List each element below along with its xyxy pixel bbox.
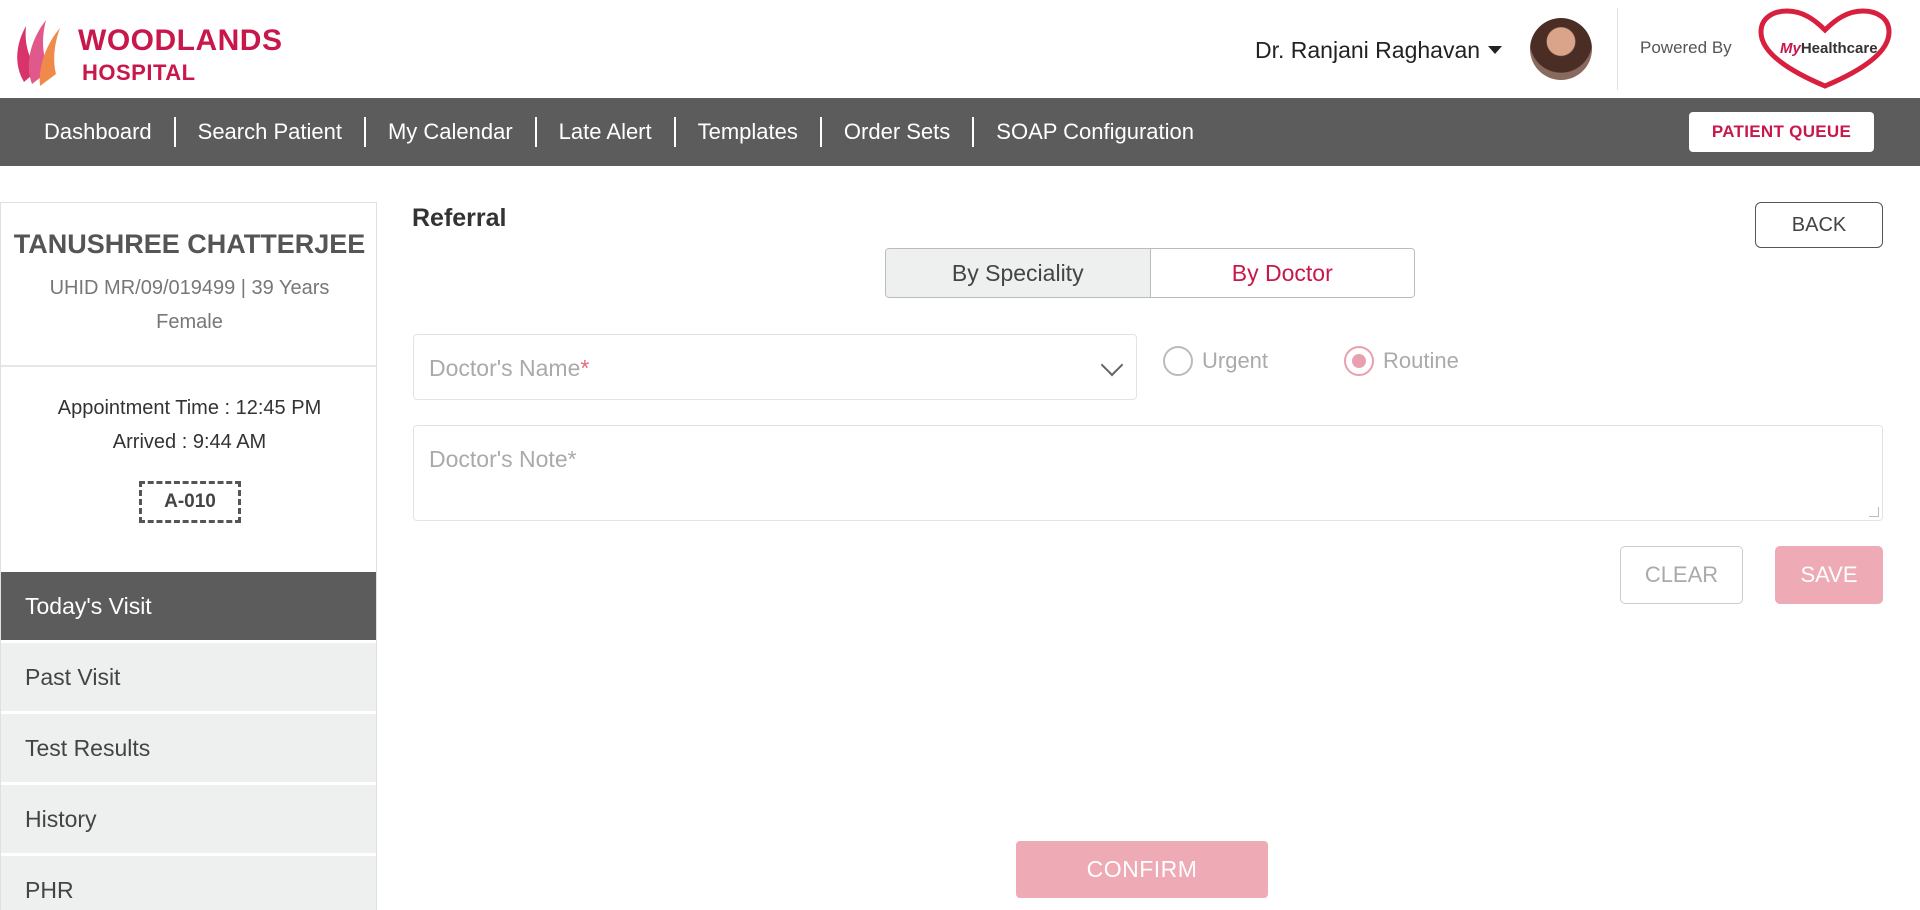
radio-urgent-circle[interactable] — [1163, 346, 1193, 376]
avatar[interactable] — [1530, 18, 1592, 80]
nav-items: Dashboard Search Patient My Calendar Lat… — [22, 98, 1216, 166]
radio-urgent-label: Urgent — [1202, 348, 1269, 373]
referral-mode-toggle: By Speciality By Doctor — [885, 248, 1415, 298]
header-divider — [1617, 8, 1618, 90]
myhealthcare-logo-text: MyHealthcare — [1780, 40, 1878, 57]
menu-item-history[interactable]: History — [1, 785, 376, 853]
resize-handle-icon[interactable] — [1869, 507, 1879, 517]
patient-queue-button[interactable]: PATIENT QUEUE — [1689, 112, 1874, 152]
visit-menu: Today's Visit Past Visit Test Results Hi… — [1, 572, 376, 910]
token-badge: A-010 — [139, 481, 241, 523]
doctor-note-field[interactable]: Doctor's Note* — [413, 425, 1883, 521]
nav-my-calendar[interactable]: My Calendar — [366, 117, 537, 147]
appointment-time: Appointment Time : 12:45 PM — [57, 397, 322, 419]
nav-templates[interactable]: Templates — [676, 117, 822, 147]
nav-search-patient[interactable]: Search Patient — [176, 117, 366, 147]
doctor-name: Dr. Ranjani Raghavan — [1255, 36, 1481, 63]
main-nav: Dashboard Search Patient My Calendar Lat… — [0, 98, 1920, 166]
arrived-time: Arrived : 9:44 AM — [112, 431, 267, 453]
toggle-by-speciality[interactable]: By Speciality — [886, 249, 1151, 297]
patient-gender: Female — [156, 311, 223, 333]
patient-uhid-age: UHID MR/09/019499 | 39 Years — [49, 277, 330, 299]
nav-soap-configuration[interactable]: SOAP Configuration — [974, 117, 1216, 147]
app-header: WOODLANDS HOSPITAL Dr. Ranjani Raghavan … — [0, 0, 1920, 98]
doctor-name-select[interactable]: Doctor's Name* — [413, 334, 1137, 400]
menu-item-test-results[interactable]: Test Results — [1, 714, 376, 782]
patient-panel: TANUSHREE CHATTERJEE UHID MR/09/019499 |… — [0, 202, 377, 910]
menu-item-past-visit[interactable]: Past Visit — [1, 643, 376, 711]
nav-order-sets[interactable]: Order Sets — [822, 117, 975, 147]
radio-urgent[interactable]: Urgent — [1163, 343, 1268, 379]
radio-routine[interactable]: Routine — [1344, 343, 1459, 379]
nav-late-alert[interactable]: Late Alert — [537, 117, 676, 147]
logo-text-hospital: HOSPITAL — [82, 60, 196, 85]
nav-dashboard[interactable]: Dashboard — [22, 117, 176, 147]
clear-button[interactable]: CLEAR — [1620, 546, 1743, 604]
page-title: Referral — [412, 204, 507, 232]
divider — [1, 365, 376, 367]
radio-routine-circle[interactable] — [1344, 346, 1374, 376]
logo-text-woodlands: WOODLANDS — [78, 24, 283, 57]
menu-item-phr[interactable]: PHR — [1, 856, 376, 910]
patient-name: TANUSHREE CHATTERJEE — [13, 229, 366, 259]
flame-logo-icon — [17, 20, 60, 86]
back-button[interactable]: BACK — [1755, 202, 1883, 248]
powered-by-label: Powered By — [1640, 38, 1732, 57]
user-menu[interactable]: Dr. Ranjani Raghavan — [1255, 18, 1503, 82]
caret-down-icon — [1488, 46, 1503, 54]
radio-routine-label: Routine — [1383, 348, 1459, 373]
woodlands-hospital-logo[interactable]: WOODLANDS HOSPITAL — [14, 12, 284, 88]
confirm-button[interactable]: CONFIRM — [1016, 841, 1268, 898]
doctor-name-placeholder: Doctor's Name* — [429, 355, 590, 381]
save-button[interactable]: SAVE — [1775, 546, 1883, 604]
chevron-down-icon — [1100, 353, 1124, 377]
doctor-note-placeholder: Doctor's Note* — [429, 446, 577, 472]
toggle-by-doctor[interactable]: By Doctor — [1150, 249, 1414, 297]
menu-item-todays-visit[interactable]: Today's Visit — [1, 572, 376, 640]
